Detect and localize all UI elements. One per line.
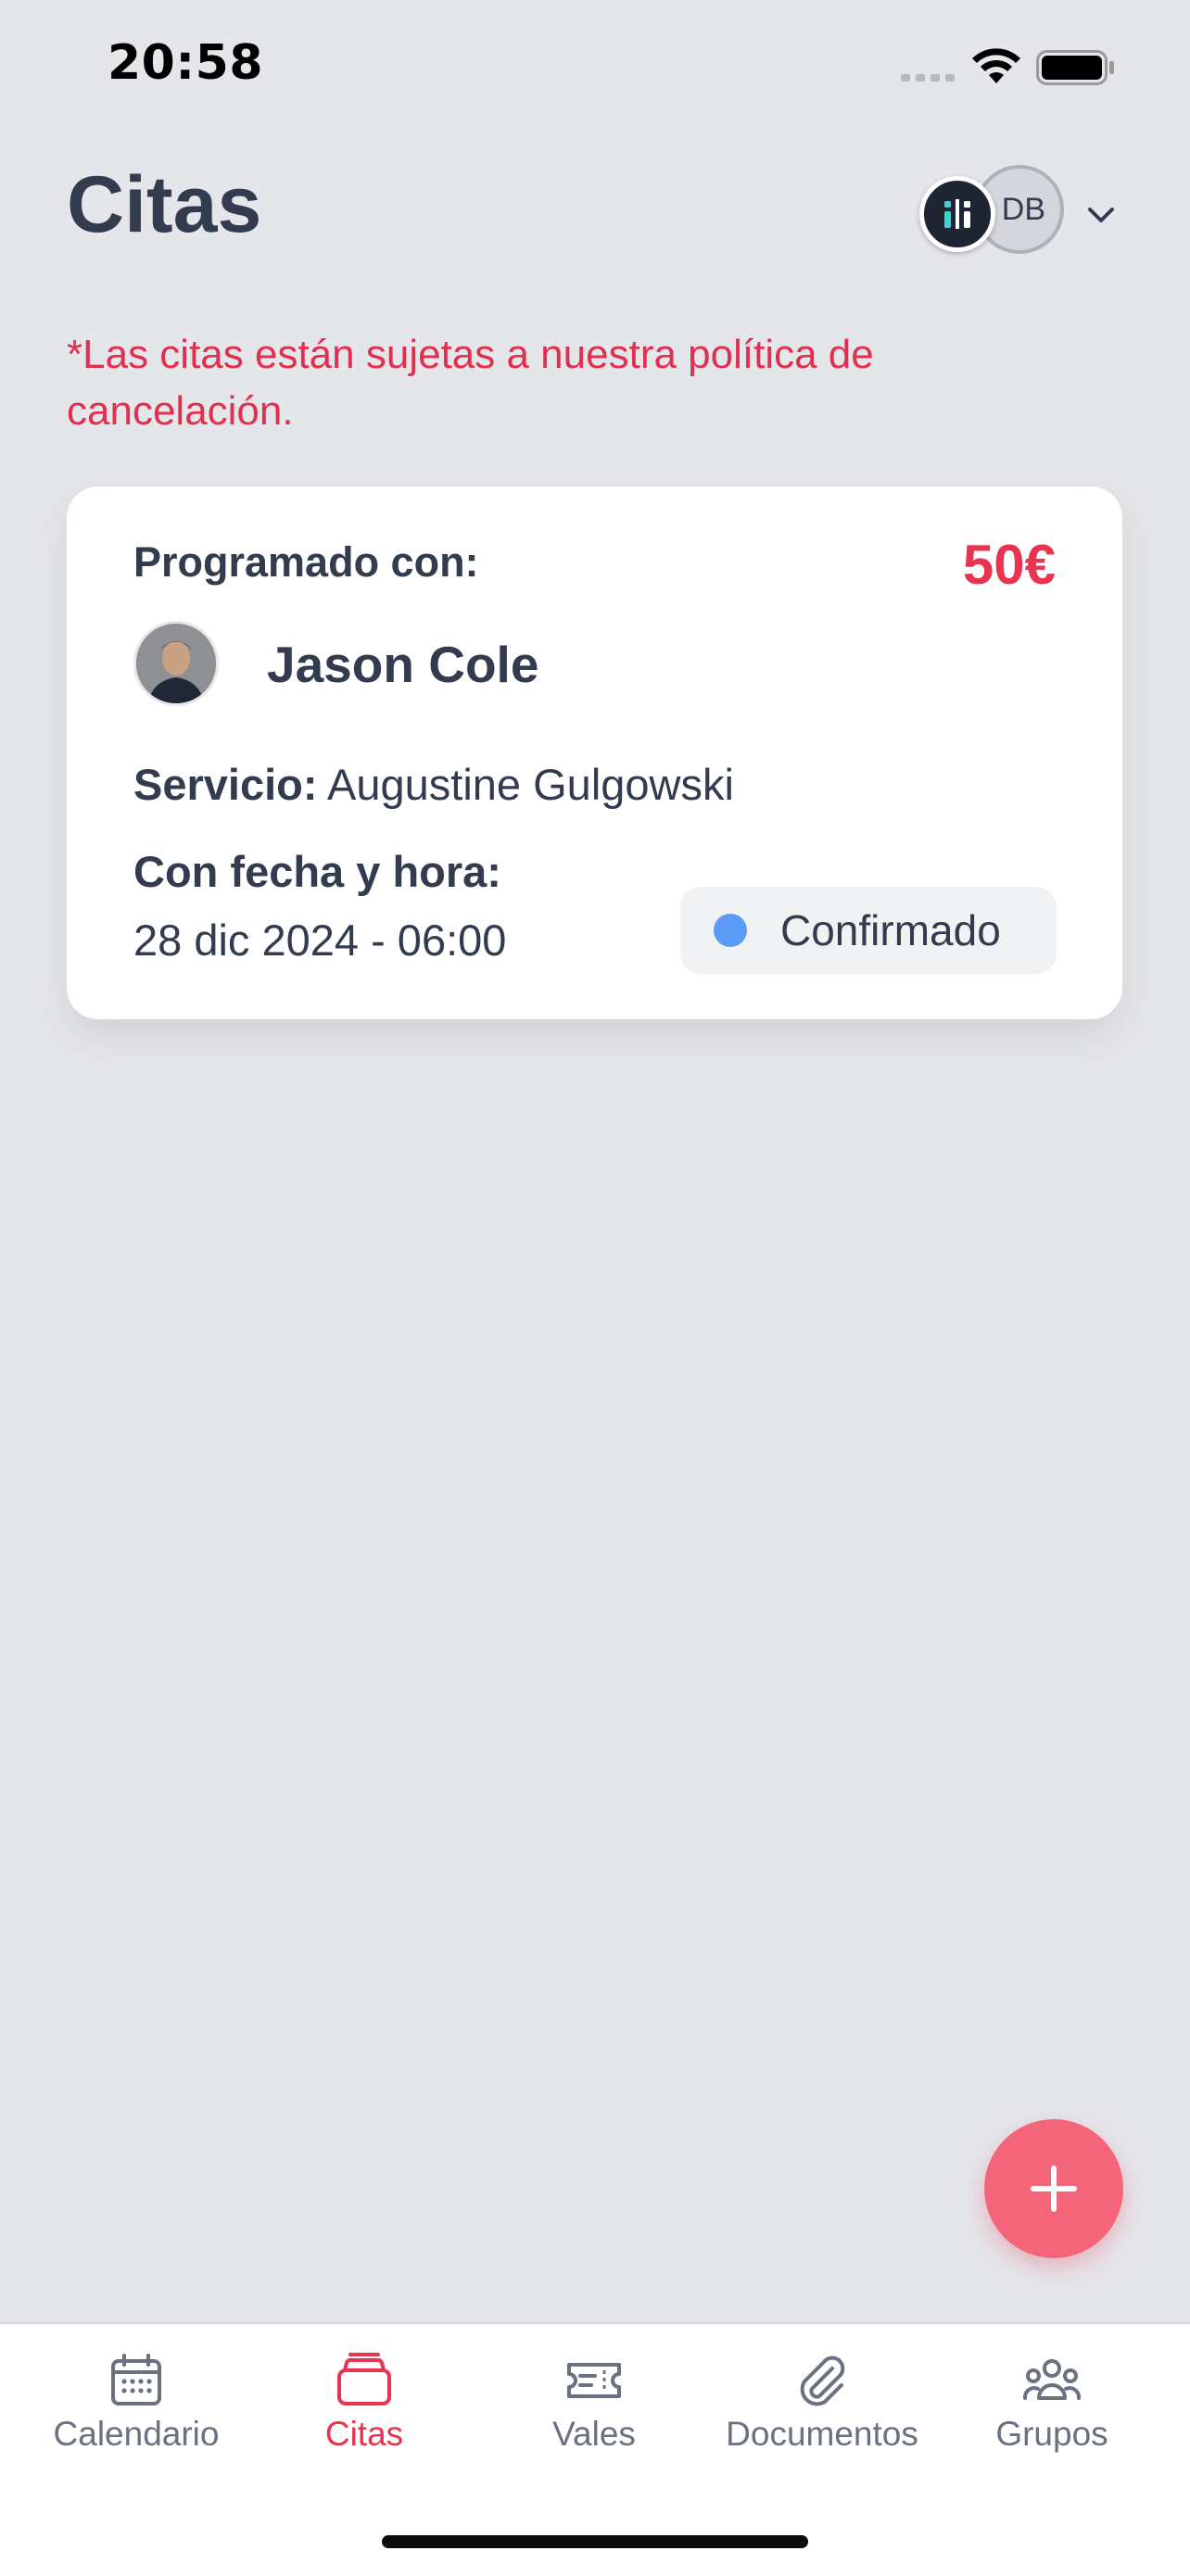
chevron-down-icon[interactable] bbox=[1082, 196, 1120, 234]
tab-calendario[interactable]: Calendario bbox=[22, 2350, 250, 2461]
tab-citas[interactable]: Citas bbox=[250, 2350, 478, 2461]
avatar-initials: DB bbox=[1001, 191, 1045, 227]
appointment-card[interactable]: Programado con: 50€ Jason Cole Servicio:… bbox=[67, 486, 1122, 1019]
account-switcher[interactable]: DB bbox=[919, 159, 1133, 269]
cellular-signal-icon bbox=[901, 74, 955, 82]
group-icon bbox=[1023, 2359, 1081, 2400]
tab-grupos[interactable]: Grupos bbox=[938, 2350, 1166, 2461]
tab-vales[interactable]: Vales bbox=[480, 2350, 708, 2461]
date-time-label: Con fecha y hora: bbox=[133, 847, 501, 896]
page-title: Citas bbox=[67, 160, 262, 249]
voucher-icon bbox=[567, 2363, 621, 2398]
tab-label: Calendario bbox=[53, 2415, 220, 2453]
paperclip-icon bbox=[800, 2355, 845, 2406]
service-row: Servicio: Augustine Gulgowski bbox=[133, 759, 734, 810]
tab-label: Documentos bbox=[726, 2415, 918, 2453]
tab-label: Grupos bbox=[995, 2415, 1108, 2453]
date-time-value: 28 dic 2024 - 06:00 bbox=[133, 915, 507, 965]
plus-icon bbox=[1031, 2166, 1077, 2212]
scheduled-with-label: Programado con: bbox=[133, 538, 479, 586]
home-indicator bbox=[382, 2535, 808, 2548]
appointments-icon bbox=[337, 2353, 391, 2406]
tab-documentos[interactable]: Documentos bbox=[708, 2350, 936, 2461]
status-time: 20:58 bbox=[108, 35, 264, 91]
status-dot-icon bbox=[714, 914, 747, 947]
tab-label: Vales bbox=[552, 2415, 636, 2453]
provider-avatar bbox=[133, 621, 219, 706]
calendar-icon bbox=[111, 2354, 161, 2406]
battery-icon bbox=[1036, 50, 1114, 85]
status-text: Confirmado bbox=[780, 906, 1001, 954]
add-appointment-button[interactable] bbox=[984, 2119, 1123, 2258]
provider-name: Jason Cole bbox=[267, 636, 539, 693]
wifi-icon bbox=[972, 48, 1020, 83]
tab-label: Citas bbox=[324, 2415, 404, 2453]
appointment-price: 50€ bbox=[962, 534, 1056, 596]
service-label: Servicio: bbox=[133, 760, 318, 809]
organization-logo-icon bbox=[919, 176, 995, 252]
cancellation-policy-notice: *Las citas están sujetas a nuestra polít… bbox=[67, 332, 874, 434]
status-badge: Confirmado bbox=[680, 887, 1057, 974]
service-value: Augustine Gulgowski bbox=[327, 760, 734, 809]
status-bar: 20:58 bbox=[0, 0, 1190, 139]
